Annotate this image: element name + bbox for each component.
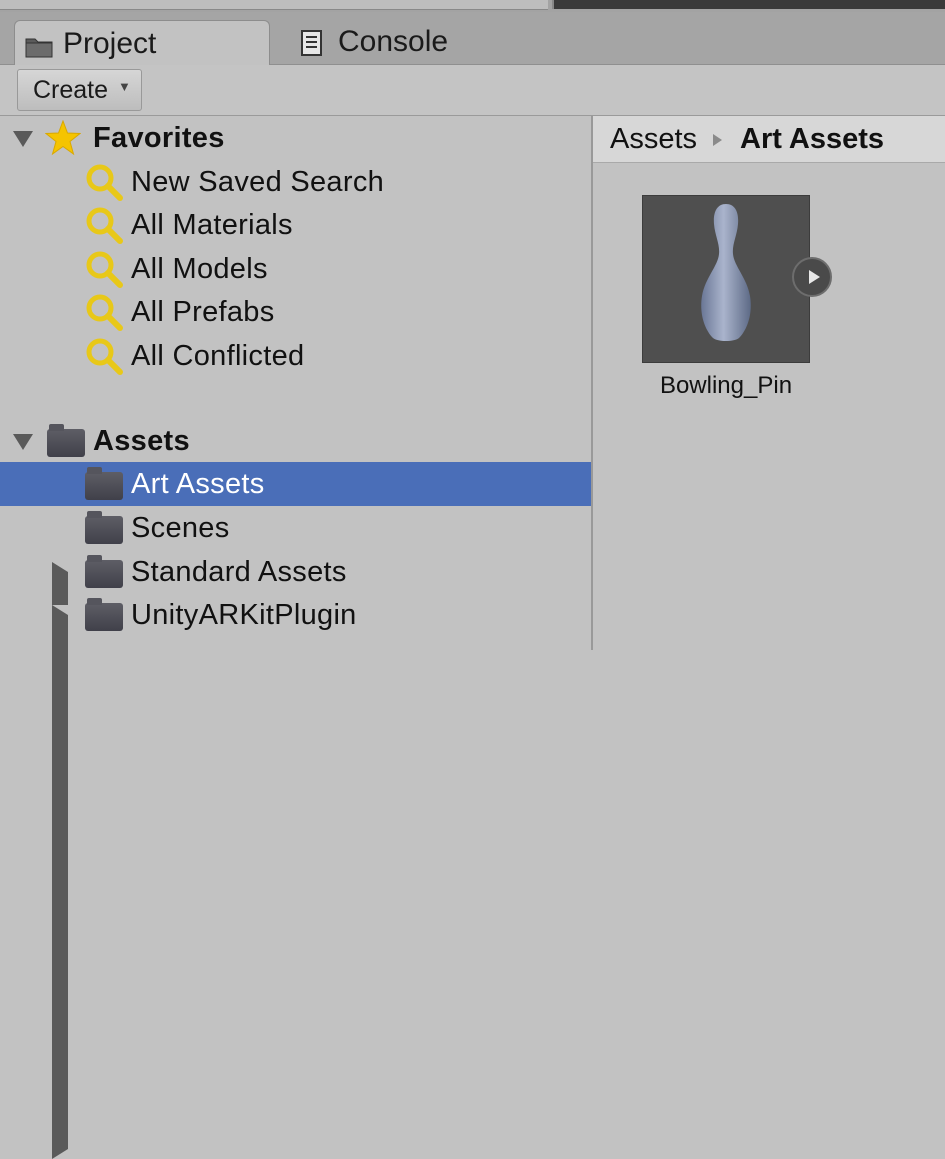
favorites-item-label: All Models — [131, 252, 268, 285]
favorites-item-label: All Conflicted — [131, 339, 305, 372]
game-panel-edge — [552, 0, 945, 9]
assets-header[interactable]: Assets — [0, 419, 591, 463]
tree-item-label: UnityARKitPlugin — [131, 598, 357, 631]
search-icon — [84, 249, 124, 289]
favorites-header[interactable]: Favorites — [0, 116, 591, 160]
asset-label: Bowling_Pin — [659, 372, 793, 399]
project-content-panel: Assets Art Assets Bowling_Pin — [593, 116, 945, 650]
tree-item-standard-assets[interactable]: Standard Assets — [0, 550, 591, 1116]
project-toolbar: Create ▼ — [0, 65, 945, 116]
expand-arrow-icon[interactable] — [13, 434, 33, 450]
tab-console-label: Console — [338, 25, 449, 58]
expand-asset-play-icon[interactable] — [792, 257, 832, 297]
favorites-item-label: All Materials — [131, 208, 293, 241]
search-icon — [84, 162, 124, 202]
tree-item-art-assets[interactable]: Art Assets — [0, 462, 591, 506]
bowling-pin-thumbnail — [701, 204, 751, 341]
tab-project-label: Project — [63, 26, 157, 60]
create-button-label: Create — [33, 75, 109, 104]
tab-bar: Project Console — [0, 12, 945, 66]
search-icon — [84, 205, 124, 245]
breadcrumb-current[interactable]: Art Assets — [740, 123, 884, 156]
tree-item-label: Art Assets — [131, 467, 265, 500]
top-strip — [0, 0, 945, 12]
folder-icon — [85, 467, 123, 500]
console-icon — [300, 30, 328, 56]
folder-icon — [85, 598, 123, 631]
breadcrumb-root[interactable]: Assets — [610, 123, 697, 156]
assets-label: Assets — [93, 424, 190, 457]
folder-icon — [47, 424, 85, 457]
folder-icon — [85, 555, 123, 588]
favorites-item[interactable]: All Materials — [0, 203, 591, 247]
favorites-item[interactable]: New Saved Search — [0, 160, 591, 204]
star-icon — [44, 119, 82, 164]
tab-console[interactable]: Console — [300, 20, 448, 64]
folder-icon — [25, 32, 53, 57]
breadcrumb-separator-icon — [713, 134, 723, 146]
expand-arrow-icon[interactable] — [13, 131, 33, 147]
tree-item-unityarkitplugin[interactable]: UnityARKitPlugin — [0, 593, 591, 1159]
breadcrumb: Assets Art Assets — [593, 116, 945, 163]
tab-project[interactable]: Project — [14, 20, 270, 66]
favorites-item[interactable]: All Prefabs — [0, 290, 591, 334]
tree-item-label: Standard Assets — [131, 555, 347, 588]
scene-panel-edge — [0, 0, 548, 10]
favorites-item-label: All Prefabs — [131, 295, 275, 328]
favorites-item[interactable]: All Conflicted — [0, 334, 591, 378]
folder-icon — [85, 511, 123, 544]
tree-item-scenes[interactable]: Scenes — [0, 506, 591, 550]
search-icon — [84, 292, 124, 332]
tree-item-label: Scenes — [131, 511, 230, 544]
create-button[interactable]: Create ▼ — [17, 69, 142, 111]
project-tree-panel: Favorites New Saved Search All Materials… — [0, 116, 593, 1159]
search-icon — [84, 336, 124, 376]
favorites-item[interactable]: All Models — [0, 247, 591, 291]
favorites-item-label: New Saved Search — [131, 165, 385, 198]
favorites-label: Favorites — [93, 121, 225, 154]
expand-arrow-icon[interactable] — [52, 605, 420, 1159]
asset-thumbnail[interactable] — [642, 195, 810, 363]
dropdown-caret-icon: ▼ — [118, 78, 131, 94]
